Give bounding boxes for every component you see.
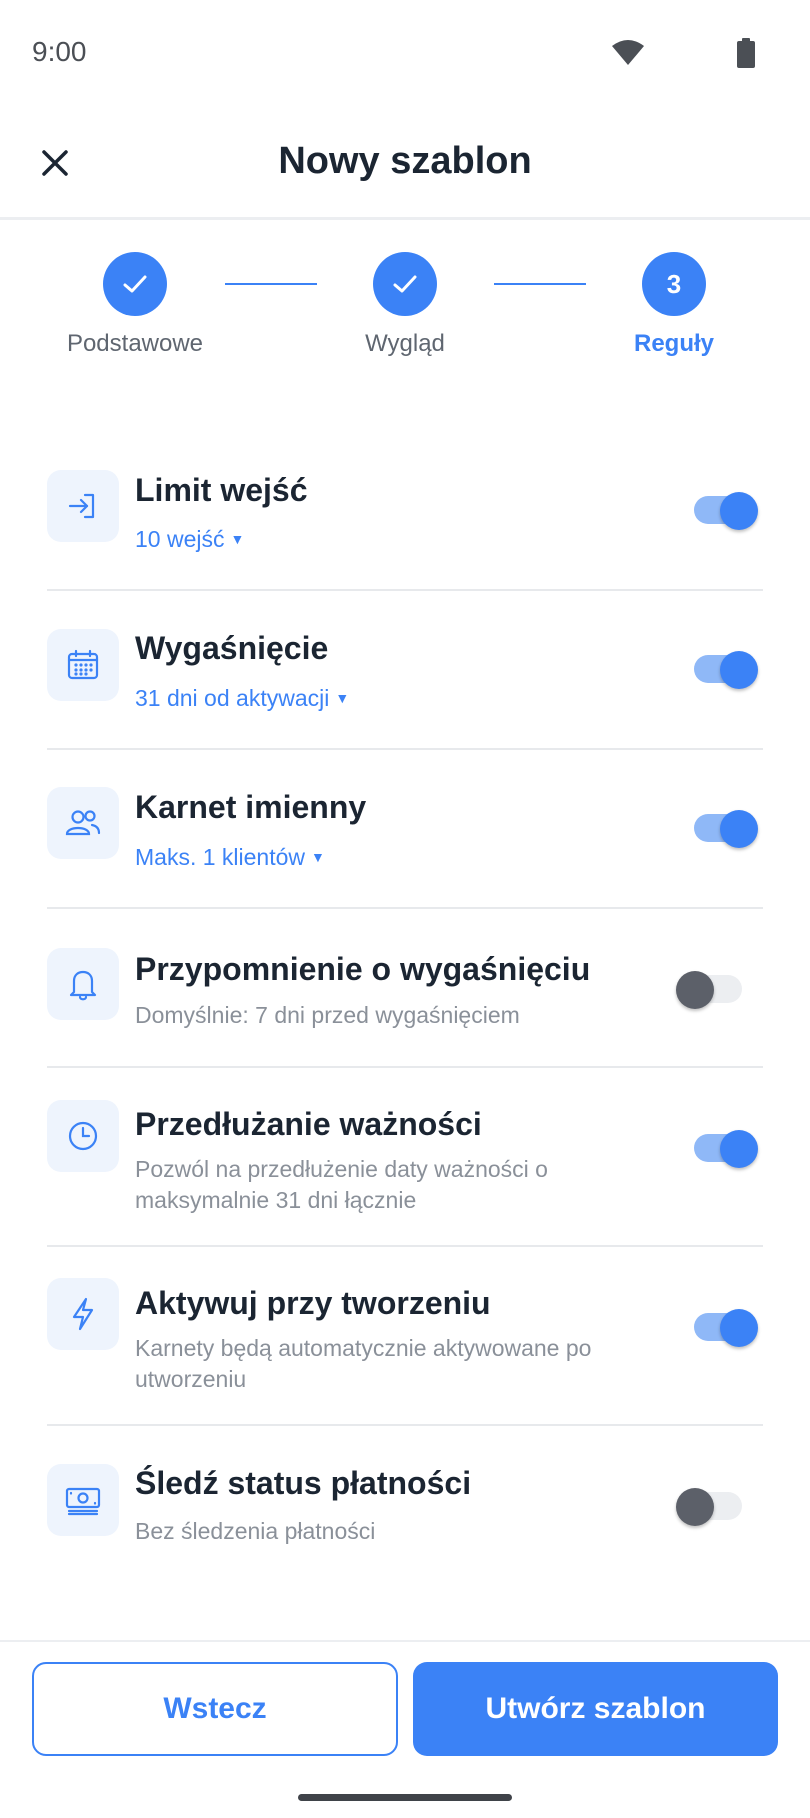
- caret-down-icon: ▼: [311, 849, 325, 865]
- step-appearance[interactable]: Wygląd: [305, 252, 505, 358]
- battery-icon: [737, 38, 755, 68]
- step-done-circle: [103, 252, 167, 316]
- check-icon: [123, 275, 147, 293]
- step-label: Podstawowe: [66, 330, 204, 357]
- rule-title: Przypomnienie o wygaśnięciu: [135, 951, 591, 987]
- rule-icon-box: [47, 1278, 119, 1350]
- stepper: Podstawowe Wygląd 3 Reguły: [0, 220, 810, 360]
- rule-value: Maks. 1 klientów: [135, 844, 306, 870]
- lightning-icon: [72, 1297, 94, 1331]
- step-rules[interactable]: 3 Reguły: [574, 252, 774, 358]
- users-icon: [65, 810, 101, 836]
- rule-icon-box: [47, 629, 119, 701]
- toggle-payment-status[interactable]: [676, 1488, 748, 1526]
- rule-value-dropdown[interactable]: Maks. 1 klientów ▼: [135, 844, 325, 871]
- step-label: Reguły: [633, 330, 714, 357]
- step-connector: [494, 283, 586, 285]
- create-template-button[interactable]: Utwórz szablon: [413, 1662, 778, 1756]
- toggle-entry-limit[interactable]: [694, 492, 758, 530]
- status-bar: 9:00: [0, 0, 810, 104]
- rule-named-pass: Karnet imienny Maks. 1 klientów ▼: [47, 750, 763, 909]
- rule-title: Aktywuj przy tworzeniu: [135, 1285, 491, 1321]
- rule-icon-box: [47, 787, 119, 859]
- rule-activate-on-create: Aktywuj przy tworzeniu Karnety będą auto…: [47, 1247, 763, 1426]
- rule-title: Przedłużanie ważności: [135, 1106, 482, 1142]
- rule-description: Domyślnie: 7 dni przed wygaśnięciem: [135, 1002, 520, 1028]
- back-button[interactable]: Wstecz: [32, 1662, 398, 1756]
- toggle-expiry-reminder[interactable]: [676, 971, 748, 1009]
- rule-description: Karnety będą automatycznie aktywowane po…: [135, 1335, 592, 1392]
- rule-entry-limit: Limit wejść 10 wejść ▼: [47, 440, 763, 591]
- home-indicator[interactable]: [298, 1794, 512, 1801]
- rule-description: Bez śledzenia płatności: [135, 1518, 376, 1544]
- rule-validity-extension: Przedłużanie ważności Pozwól na przedłuż…: [47, 1068, 763, 1247]
- toggle-named-pass[interactable]: [694, 810, 758, 848]
- rule-icon-box: [47, 948, 119, 1020]
- calendar-icon: [67, 649, 99, 680]
- step-basic[interactable]: Podstawowe: [35, 252, 235, 358]
- rules-list: Limit wejść 10 wejść ▼ Wygaśnięcie 31 dni…: [47, 440, 763, 1576]
- step-number: 3: [642, 252, 706, 316]
- toggle-validity-extension[interactable]: [694, 1130, 758, 1168]
- rule-icon-box: [47, 1464, 119, 1536]
- login-icon: [68, 493, 95, 519]
- rule-value-dropdown[interactable]: 10 wejść ▼: [135, 526, 244, 553]
- rule-value-dropdown[interactable]: 31 dni od aktywacji ▼: [135, 685, 349, 712]
- rule-expiry-reminder: Przypomnienie o wygaśnięciu Domyślnie: 7…: [47, 909, 763, 1068]
- wifi-icon: [612, 40, 644, 65]
- toggle-expiration[interactable]: [694, 651, 758, 689]
- caret-down-icon: ▼: [230, 531, 245, 547]
- banknote-icon: [65, 1487, 101, 1516]
- rule-title: Karnet imienny: [135, 789, 367, 825]
- step-connector: [225, 283, 317, 285]
- check-icon: [393, 275, 417, 293]
- step-done-circle: [373, 252, 437, 316]
- status-time: 9:00: [32, 36, 87, 67]
- footer-actions: Wstecz Utwórz szablon: [0, 1640, 810, 1818]
- rule-description: Pozwól na przedłużenie daty ważności o m…: [135, 1156, 548, 1213]
- toggle-activate-on-create[interactable]: [694, 1309, 758, 1347]
- step-label: Wygląd: [365, 330, 445, 357]
- rule-value: 31 dni od aktywacji: [135, 685, 330, 711]
- rule-icon-box: [47, 470, 119, 542]
- app-header: Nowy szablon: [0, 104, 810, 220]
- caret-down-icon: ▼: [335, 690, 350, 706]
- rule-icon-box: [47, 1100, 119, 1172]
- clock-icon: [68, 1121, 98, 1151]
- rule-title: Limit wejść: [135, 472, 308, 508]
- rule-payment-status: Śledź status płatności Bez śledzenia pła…: [47, 1426, 763, 1576]
- rule-value: 10 wejść: [135, 526, 225, 552]
- page-title: Nowy szablon: [278, 140, 532, 182]
- rule-expiration: Wygaśnięcie 31 dni od aktywacji ▼: [47, 591, 763, 750]
- rule-title: Śledź status płatności: [135, 1465, 472, 1501]
- rule-title: Wygaśnięcie: [135, 630, 329, 666]
- bell-icon: [69, 970, 97, 1001]
